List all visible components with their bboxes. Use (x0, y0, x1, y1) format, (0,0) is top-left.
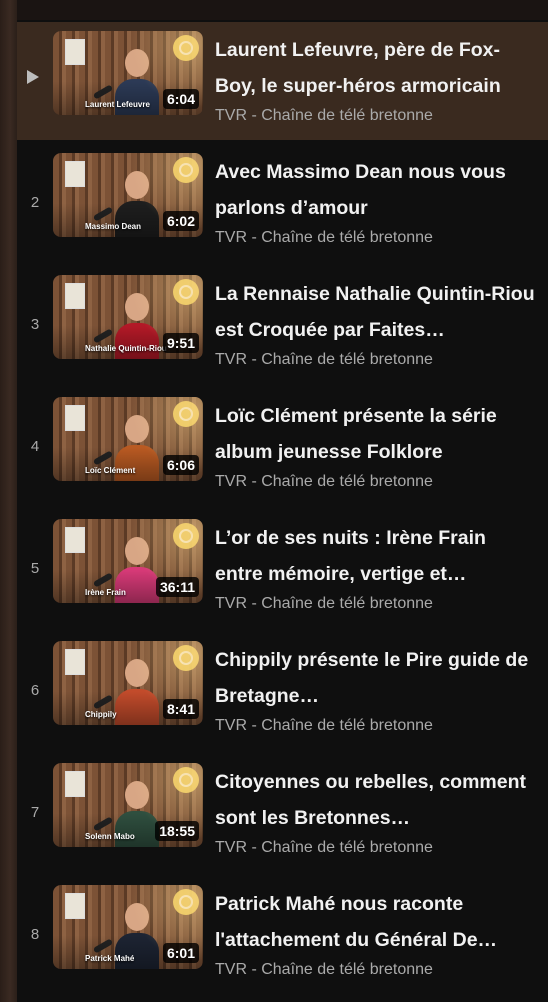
guest-name-overlay: Massimo Dean (85, 222, 142, 231)
guest-name-overlay: Nathalie Quintin-Riou (85, 344, 167, 353)
video-title[interactable]: Chippily présente le Pire guide de Breta… (215, 642, 535, 714)
playlist-item[interactable]: 5 Irène Frain 36:11 L’or de ses nuits : Irè… (17, 510, 548, 628)
video-thumbnail[interactable]: Chippily 8:41 (53, 641, 203, 725)
duration-badge: 9:51 (162, 333, 199, 353)
guest-name-overlay: Laurent Lefeuvre (85, 100, 150, 109)
channel-name[interactable]: TVR - Chaîne de télé bretonne (215, 473, 433, 491)
video-thumbnail[interactable]: Nathalie Quintin-Riou 9:51 (53, 275, 203, 359)
guest-name-overlay: Solenn Mabo (85, 832, 135, 841)
duration-badge: 18:55 (155, 821, 199, 841)
duration-badge: 6:06 (162, 455, 199, 475)
playlist-item-index: 3 (30, 316, 40, 333)
channel-name[interactable]: TVR - Chaîne de télé bretonne (215, 961, 433, 979)
playlist-item-index: 7 (30, 804, 40, 821)
video-title[interactable]: Citoyennes ou rebelles, comment sont les… (215, 764, 535, 836)
channel-name[interactable]: TVR - Chaîne de télé bretonne (215, 717, 433, 735)
channel-name[interactable]: TVR - Chaîne de télé bretonne (215, 595, 433, 613)
now-playing-icon (27, 70, 39, 84)
video-title[interactable]: L’or de ses nuits : Irène Frain entre mé… (215, 520, 535, 592)
video-thumbnail[interactable]: Loïc Clément 6:06 (53, 397, 203, 481)
duration-badge: 6:02 (162, 211, 199, 231)
video-title[interactable]: Laurent Lefeuvre, père de Fox-Boy, le su… (215, 32, 535, 104)
playlist-item[interactable]: Laurent Lefeuvre 6:04 Laurent Lefeuvre, pè… (17, 22, 548, 140)
guest-name-overlay: Irène Frain (85, 588, 126, 597)
video-thumbnail[interactable]: Irène Frain 36:11 (53, 519, 203, 603)
playlist-item[interactable]: 3 Nathalie Quintin-Riou 9:51 La Rennaise Na… (17, 266, 548, 384)
video-title[interactable]: La Rennaise Nathalie Quintin-Riou est Cr… (215, 276, 535, 348)
video-title[interactable]: Loïc Clément présente la série album jeu… (215, 398, 535, 470)
channel-name[interactable]: TVR - Chaîne de télé bretonne (215, 839, 433, 857)
playlist-item-index: 4 (30, 438, 40, 455)
playlist-header-stub (17, 0, 548, 20)
playlist-item-index: 6 (30, 682, 40, 699)
guest-name-overlay: Chippily (85, 710, 117, 719)
playlist-item[interactable]: 4 Loïc Clément 6:06 Loïc Clément présente l… (17, 388, 548, 506)
playlist-item[interactable]: 2 Massimo Dean 6:02 Avec Massimo Dean nous … (17, 144, 548, 262)
playlist-item[interactable]: 8 Patrick Mahé 6:01 Patrick Mahé nous racon… (17, 876, 548, 994)
duration-badge: 6:01 (162, 943, 199, 963)
left-rail (0, 0, 17, 1002)
video-title[interactable]: Avec Massimo Dean nous vous parlons d’am… (215, 154, 535, 226)
channel-name[interactable]: TVR - Chaîne de télé bretonne (215, 229, 433, 247)
video-title[interactable]: Patrick Mahé nous raconte l'attachement … (215, 886, 535, 958)
playlist-item[interactable]: 6 Chippily 8:41 Chippily présente le Pire g… (17, 632, 548, 750)
playlist-item-index: 8 (30, 926, 40, 943)
video-thumbnail[interactable]: Massimo Dean 6:02 (53, 153, 203, 237)
playlist-item-index: 2 (30, 194, 40, 211)
duration-badge: 8:41 (162, 699, 199, 719)
guest-name-overlay: Loïc Clément (85, 466, 136, 475)
playlist-item[interactable]: 7 Solenn Mabo 18:55 Citoyennes ou rebelles,… (17, 754, 548, 872)
playlist-item-index: 5 (30, 560, 40, 577)
duration-badge: 6:04 (162, 89, 199, 109)
duration-badge: 36:11 (155, 577, 199, 597)
video-thumbnail[interactable]: Laurent Lefeuvre 6:04 (53, 31, 203, 115)
video-thumbnail[interactable]: Solenn Mabo 18:55 (53, 763, 203, 847)
channel-name[interactable]: TVR - Chaîne de télé bretonne (215, 351, 433, 369)
channel-name[interactable]: TVR - Chaîne de télé bretonne (215, 107, 433, 125)
guest-name-overlay: Patrick Mahé (85, 954, 135, 963)
video-thumbnail[interactable]: Patrick Mahé 6:01 (53, 885, 203, 969)
